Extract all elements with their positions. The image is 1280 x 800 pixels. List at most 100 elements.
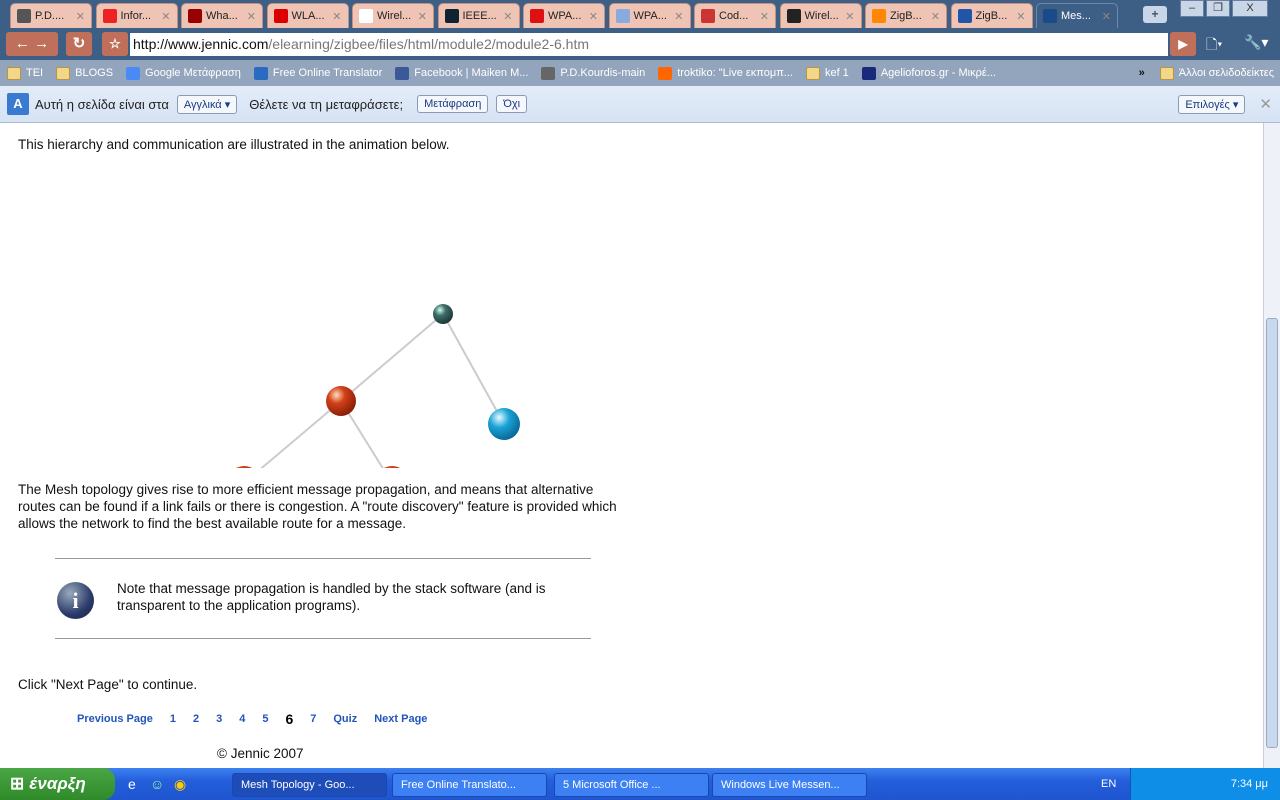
bookmark-item[interactable]: kef 1: [805, 66, 849, 80]
bookmark-label: troktiko: "Live εκπομπ...: [677, 67, 793, 79]
close-tab-icon[interactable]: ✕: [503, 10, 512, 23]
back-forward-buttons[interactable]: ← →: [6, 32, 58, 56]
close-tab-icon[interactable]: ✕: [1102, 10, 1111, 23]
close-tab-icon[interactable]: ✕: [589, 10, 598, 23]
bookmark-item[interactable]: troktiko: "Live εκπομπ...: [658, 66, 793, 80]
taskbar-button[interactable]: Free Online Translato...: [392, 773, 547, 797]
close-tab-icon[interactable]: ✕: [931, 10, 940, 23]
options-button[interactable]: Επιλογές ▾: [1178, 94, 1246, 114]
previous-page-link[interactable]: Previous Page: [77, 713, 153, 727]
mesh-link: [260, 400, 342, 468]
page-link-5[interactable]: 5: [262, 713, 268, 727]
scrollbar-thumb[interactable]: [1266, 318, 1278, 748]
new-tab-button[interactable]: +: [1143, 6, 1167, 23]
other-bookmarks[interactable]: Άλλοι σελιδοδείκτες: [1159, 66, 1274, 80]
close-tab-icon[interactable]: ✕: [332, 10, 341, 23]
browser-tab[interactable]: Cod... ✕: [694, 3, 776, 28]
close-infobar-icon[interactable]: ✕: [1259, 95, 1272, 113]
reload-button[interactable]: ↻: [66, 32, 92, 56]
close-tab-icon[interactable]: ✕: [760, 10, 769, 23]
bookmark-item[interactable]: TEI: [7, 66, 43, 80]
quiz-link[interactable]: Quiz: [333, 713, 357, 727]
no-button[interactable]: Όχι: [496, 95, 528, 113]
favicon-icon: [359, 9, 373, 23]
next-page-link[interactable]: Next Page: [374, 713, 427, 727]
taskbar-button[interactable]: Mesh Topology - Goo...: [232, 773, 387, 797]
vertical-scrollbar[interactable]: [1263, 123, 1280, 768]
pagination: Previous Page 1 2 3 4 5 6 7 Quiz Next Page: [77, 711, 444, 727]
browser-tab[interactable]: ZigB... ✕: [865, 3, 947, 28]
mesh-link: [442, 313, 505, 425]
translate-button[interactable]: Μετάφραση: [417, 95, 489, 113]
bookmark-item[interactable]: Agelioforos.gr - Μικρέ...: [861, 66, 996, 80]
folder-icon: [7, 66, 21, 80]
quicklaunch-ie-icon[interactable]: e: [128, 776, 136, 792]
page-link-7[interactable]: 7: [310, 713, 316, 727]
taskbar-button[interactable]: Windows Live Messen...: [712, 773, 867, 797]
page-link-3[interactable]: 3: [216, 713, 222, 727]
browser-tab[interactable]: WPA... ✕: [608, 3, 691, 28]
tab-label: Wha...: [206, 10, 238, 22]
favicon-icon: [188, 9, 202, 23]
start-button[interactable]: ⊞ έναρξη: [0, 768, 115, 800]
address-bar[interactable]: http://www.jennic.com/elearning/zigbee/f…: [130, 33, 1168, 56]
bookmark-star-icon[interactable]: ☆: [102, 32, 128, 56]
page-link-6[interactable]: 6: [285, 711, 293, 727]
browser-tab[interactable]: ZigB... ✕: [950, 3, 1033, 28]
browser-tab[interactable]: IEEE... ✕: [437, 3, 520, 28]
favicon-icon: [17, 9, 31, 23]
favicon-icon: [102, 9, 117, 23]
tab-label: ZigB...: [890, 10, 922, 22]
minimize-button[interactable]: –: [1180, 0, 1204, 17]
browser-tab[interactable]: Wha... ✕: [181, 3, 263, 28]
translate-icon: A: [7, 93, 29, 115]
close-tab-icon[interactable]: ✕: [674, 10, 683, 23]
bookmark-item[interactable]: P.D.Kourdis-main: [541, 66, 645, 80]
favicon-icon: [615, 9, 630, 23]
bookmark-label: Facebook | Maiken M...: [414, 67, 529, 79]
page-menu-icon[interactable]: 🗋▾: [1206, 34, 1222, 58]
browser-tab[interactable]: Mes... ✕: [1036, 3, 1118, 28]
page-link-2[interactable]: 2: [193, 713, 199, 727]
quicklaunch-chrome-icon[interactable]: ◉: [174, 776, 186, 793]
folder-icon: [1159, 66, 1174, 80]
more-bookmarks-chevron-icon[interactable]: »: [1139, 67, 1145, 79]
language-indicator[interactable]: EN: [1101, 768, 1116, 800]
note-text: Note that message propagation is handled…: [117, 581, 546, 613]
browser-tab[interactable]: WPA... ✕: [523, 3, 605, 28]
close-tab-icon[interactable]: ✕: [418, 10, 427, 23]
bookmark-label: kef 1: [824, 67, 849, 79]
favicon-icon: [1043, 9, 1057, 23]
close-tab-icon[interactable]: ✕: [1016, 10, 1025, 23]
tab-label: WPA...: [633, 10, 667, 22]
close-window-button[interactable]: X: [1232, 0, 1268, 17]
favicon-icon: [444, 9, 459, 23]
bookmark-label: BLOGS: [75, 67, 114, 79]
bookmark-item[interactable]: BLOGS: [56, 66, 114, 80]
bookmark-item[interactable]: Free Online Translator: [253, 66, 382, 80]
bookmark-item[interactable]: Facebook | Maiken M...: [395, 66, 529, 80]
page-link-1[interactable]: 1: [170, 713, 176, 727]
close-tab-icon[interactable]: ✕: [161, 10, 170, 23]
language-select[interactable]: Αγγλικά ▾: [176, 94, 238, 114]
browser-tab[interactable]: Wirel... ✕: [352, 3, 434, 28]
browser-tab[interactable]: Infor... ✕: [95, 3, 178, 28]
router-node: [326, 386, 356, 416]
browser-tab[interactable]: Wirel... ✕: [779, 3, 862, 28]
maximize-button[interactable]: ❐: [1206, 0, 1230, 17]
tab-label: Mes...: [1061, 10, 1091, 22]
close-tab-icon[interactable]: ✕: [845, 10, 854, 23]
bookmark-item[interactable]: Google Μετάφραση: [126, 66, 241, 80]
browser-tab[interactable]: P.D.... ✕: [10, 3, 92, 28]
close-tab-icon[interactable]: ✕: [76, 10, 85, 23]
browser-tab[interactable]: WLA... ✕: [266, 3, 349, 28]
go-button[interactable]: ▶: [1170, 32, 1196, 56]
windows-logo-icon: ⊞: [10, 774, 25, 793]
page-link-4[interactable]: 4: [239, 713, 245, 727]
quicklaunch-messenger-icon[interactable]: ☺: [150, 776, 164, 792]
url-host: http://www.jennic.com: [133, 36, 269, 52]
taskbar-button[interactable]: 5 Microsoft Office ...: [554, 773, 709, 797]
close-tab-icon[interactable]: ✕: [247, 10, 256, 23]
favicon-icon: [872, 9, 886, 23]
wrench-menu-icon[interactable]: 🔧▾: [1244, 34, 1268, 51]
